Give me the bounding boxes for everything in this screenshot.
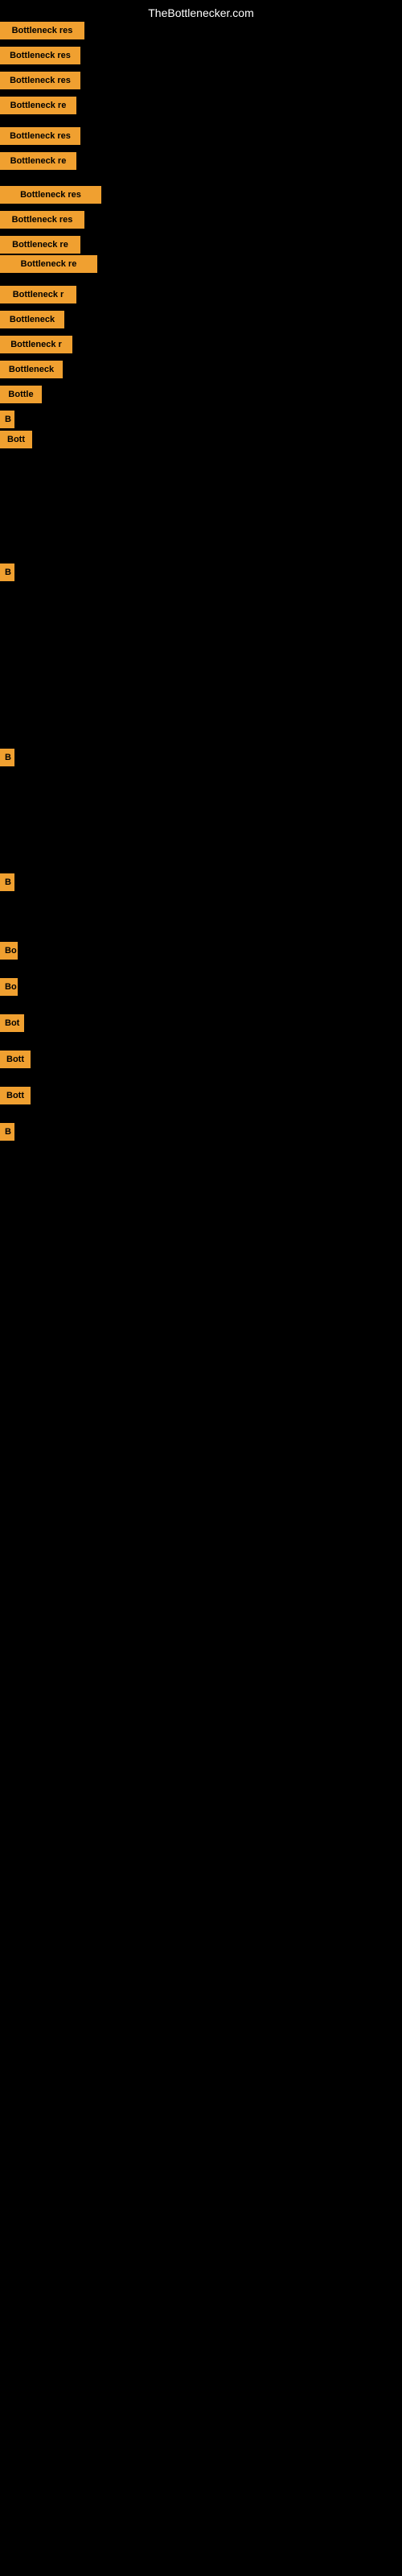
bottleneck-button-5[interactable]: Bottleneck res: [0, 127, 80, 145]
bottleneck-button-8[interactable]: Bottleneck res: [0, 211, 84, 229]
bottleneck-button-13[interactable]: Bottleneck r: [0, 336, 72, 353]
bottleneck-button-11[interactable]: Bottleneck r: [0, 286, 76, 303]
bottleneck-button-22[interactable]: Bo: [0, 978, 18, 996]
bottleneck-button-17[interactable]: Bott: [0, 431, 32, 448]
bottleneck-button-15[interactable]: Bottle: [0, 386, 42, 403]
bottleneck-button-26[interactable]: B: [0, 1123, 14, 1141]
site-title: TheBottlenecker.com: [148, 6, 254, 19]
bottleneck-button-12[interactable]: Bottleneck: [0, 311, 64, 328]
bottleneck-button-3[interactable]: Bottleneck res: [0, 72, 80, 89]
bottleneck-button-6[interactable]: Bottleneck re: [0, 152, 76, 170]
bottleneck-button-1[interactable]: Bottleneck res: [0, 22, 84, 39]
bottleneck-button-24[interactable]: Bott: [0, 1051, 31, 1068]
bottleneck-button-9[interactable]: Bottleneck re: [0, 236, 80, 254]
bottleneck-button-19[interactable]: B: [0, 749, 14, 766]
bottleneck-button-14[interactable]: Bottleneck: [0, 361, 63, 378]
bottleneck-button-10[interactable]: Bottleneck re: [0, 255, 97, 273]
bottleneck-button-16[interactable]: B: [0, 411, 14, 428]
bottleneck-button-21[interactable]: Bo: [0, 942, 18, 960]
bottleneck-button-4[interactable]: Bottleneck re: [0, 97, 76, 114]
bottleneck-button-23[interactable]: Bot: [0, 1014, 24, 1032]
bottleneck-button-7[interactable]: Bottleneck res: [0, 186, 101, 204]
bottleneck-button-25[interactable]: Bott: [0, 1087, 31, 1104]
bottleneck-button-18[interactable]: B: [0, 564, 14, 581]
bottleneck-button-2[interactable]: Bottleneck res: [0, 47, 80, 64]
bottleneck-button-20[interactable]: B: [0, 873, 14, 891]
